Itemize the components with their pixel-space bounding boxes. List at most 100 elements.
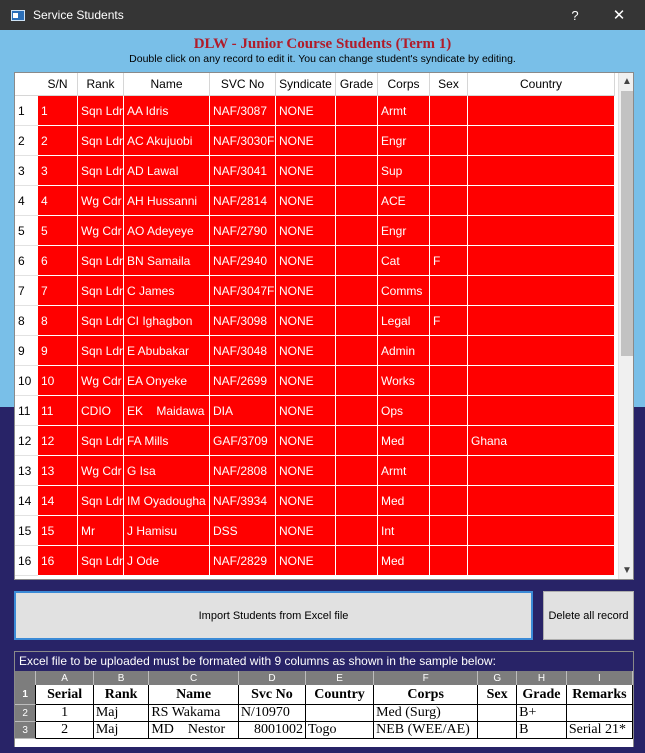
- cell-grade[interactable]: [336, 426, 378, 456]
- cell-sn[interactable]: 11: [38, 396, 78, 426]
- cell-name[interactable]: BN Samaila: [124, 246, 210, 276]
- cell-country[interactable]: [468, 126, 615, 156]
- cell-sn[interactable]: 12: [38, 426, 78, 456]
- cell-sex[interactable]: F: [430, 306, 468, 336]
- cell-name[interactable]: AA Idris: [124, 96, 210, 126]
- cell-svc-no[interactable]: NAF/3934: [210, 486, 276, 516]
- cell-grade[interactable]: [336, 456, 378, 486]
- cell-corps[interactable]: Engr: [378, 126, 430, 156]
- scrollbar-thumb[interactable]: [621, 91, 633, 356]
- cell-sn[interactable]: 14: [38, 486, 78, 516]
- cell-rank[interactable]: Sqn Ldr: [78, 96, 124, 126]
- cell-svc-no[interactable]: NAF/2790: [210, 216, 276, 246]
- cell-sex[interactable]: [430, 96, 468, 126]
- cell-country[interactable]: [468, 216, 615, 246]
- cell-sn[interactable]: 13: [38, 456, 78, 486]
- cell-corps[interactable]: Med: [378, 486, 430, 516]
- column-header-sn[interactable]: S/N: [38, 73, 78, 96]
- cell-country[interactable]: [468, 156, 615, 186]
- cell-corps[interactable]: Med: [378, 546, 430, 576]
- cell-sex[interactable]: F: [430, 246, 468, 276]
- table-row[interactable]: 8 8 Sqn Ldr CI Ighagbon NAF/3098 NONE Legal F: [15, 306, 619, 336]
- delete-all-records-button[interactable]: Delete all record: [543, 591, 634, 640]
- cell-sn[interactable]: 9: [38, 336, 78, 366]
- cell-sn[interactable]: 6: [38, 246, 78, 276]
- cell-sn[interactable]: 10: [38, 366, 78, 396]
- cell-country[interactable]: [468, 186, 615, 216]
- cell-name[interactable]: FA Mills: [124, 426, 210, 456]
- cell-grade[interactable]: [336, 96, 378, 126]
- cell-rank[interactable]: Sqn Ldr: [78, 246, 124, 276]
- cell-grade[interactable]: [336, 486, 378, 516]
- cell-name[interactable]: E Abubakar: [124, 336, 210, 366]
- cell-rank[interactable]: Wg Cdr: [78, 186, 124, 216]
- cell-rank[interactable]: Sqn Ldr: [78, 426, 124, 456]
- cell-country[interactable]: [468, 396, 615, 426]
- cell-svc-no[interactable]: NAF/2829: [210, 546, 276, 576]
- table-row[interactable]: 9 9 Sqn Ldr E Abubakar NAF/3048 NONE Admin: [15, 336, 619, 366]
- cell-country[interactable]: [468, 456, 615, 486]
- cell-country[interactable]: [468, 306, 615, 336]
- cell-syndicate[interactable]: NONE: [276, 96, 336, 126]
- cell-name[interactable]: EK Maidawa: [124, 396, 210, 426]
- cell-syndicate[interactable]: NONE: [276, 126, 336, 156]
- cell-syndicate[interactable]: NONE: [276, 546, 336, 576]
- cell-syndicate[interactable]: NONE: [276, 336, 336, 366]
- cell-sex[interactable]: [430, 456, 468, 486]
- cell-rank[interactable]: Wg Cdr: [78, 366, 124, 396]
- table-row[interactable]: 1 1 Sqn Ldr AA Idris NAF/3087 NONE Armt: [15, 96, 619, 126]
- table-row[interactable]: 14 14 Sqn Ldr IM Oyadougha NAF/3934 NONE Med: [15, 486, 619, 516]
- cell-sex[interactable]: [430, 426, 468, 456]
- cell-name[interactable]: AO Adeyeye: [124, 216, 210, 246]
- cell-name[interactable]: AH Hussanni: [124, 186, 210, 216]
- cell-sex[interactable]: [430, 486, 468, 516]
- cell-rank[interactable]: CDIO: [78, 396, 124, 426]
- cell-sn[interactable]: 7: [38, 276, 78, 306]
- cell-sn[interactable]: 1: [38, 96, 78, 126]
- scroll-up-arrow-icon[interactable]: ▲: [619, 73, 633, 90]
- cell-syndicate[interactable]: NONE: [276, 456, 336, 486]
- cell-corps[interactable]: Ops: [378, 396, 430, 426]
- table-row[interactable]: 11 11 CDIO EK Maidawa DIA NONE Ops: [15, 396, 619, 426]
- table-row[interactable]: 2 2 Sqn Ldr AC Akujuobi NAF/3030F NONE Engr: [15, 126, 619, 156]
- cell-syndicate[interactable]: NONE: [276, 306, 336, 336]
- cell-sn[interactable]: 2: [38, 126, 78, 156]
- cell-name[interactable]: CI Ighagbon: [124, 306, 210, 336]
- cell-name[interactable]: EA Onyeke: [124, 366, 210, 396]
- cell-grade[interactable]: [336, 366, 378, 396]
- column-header-name[interactable]: Name: [124, 73, 210, 96]
- column-header-corps[interactable]: Corps: [378, 73, 430, 96]
- cell-grade[interactable]: [336, 216, 378, 246]
- cell-corps[interactable]: Admin: [378, 336, 430, 366]
- cell-corps[interactable]: Engr: [378, 216, 430, 246]
- cell-country[interactable]: Ghana: [468, 426, 615, 456]
- cell-country[interactable]: [468, 366, 615, 396]
- cell-corps[interactable]: ACE: [378, 186, 430, 216]
- cell-svc-no[interactable]: NAF/2699: [210, 366, 276, 396]
- cell-grade[interactable]: [336, 126, 378, 156]
- cell-country[interactable]: [468, 546, 615, 576]
- cell-grade[interactable]: [336, 546, 378, 576]
- cell-rank[interactable]: Sqn Ldr: [78, 486, 124, 516]
- column-header-grade[interactable]: Grade: [336, 73, 378, 96]
- cell-sex[interactable]: [430, 216, 468, 246]
- cell-sn[interactable]: 4: [38, 186, 78, 216]
- cell-name[interactable]: AC Akujuobi: [124, 126, 210, 156]
- cell-syndicate[interactable]: NONE: [276, 426, 336, 456]
- cell-sex[interactable]: [430, 336, 468, 366]
- cell-syndicate[interactable]: NONE: [276, 186, 336, 216]
- cell-sn[interactable]: 15: [38, 516, 78, 546]
- cell-sex[interactable]: [430, 516, 468, 546]
- table-row[interactable]: 5 5 Wg Cdr AO Adeyeye NAF/2790 NONE Engr: [15, 216, 619, 246]
- scroll-down-arrow-icon[interactable]: ▼: [619, 562, 633, 579]
- cell-rank[interactable]: Sqn Ldr: [78, 276, 124, 306]
- cell-rank[interactable]: Sqn Ldr: [78, 546, 124, 576]
- cell-syndicate[interactable]: NONE: [276, 216, 336, 246]
- cell-syndicate[interactable]: NONE: [276, 516, 336, 546]
- cell-grade[interactable]: [336, 396, 378, 426]
- cell-rank[interactable]: Sqn Ldr: [78, 306, 124, 336]
- column-header-syndicate[interactable]: Syndicate: [276, 73, 336, 96]
- cell-rank[interactable]: Mr: [78, 516, 124, 546]
- table-row[interactable]: 7 7 Sqn Ldr C James NAF/3047F NONE Comms: [15, 276, 619, 306]
- column-header-country[interactable]: Country: [468, 73, 615, 96]
